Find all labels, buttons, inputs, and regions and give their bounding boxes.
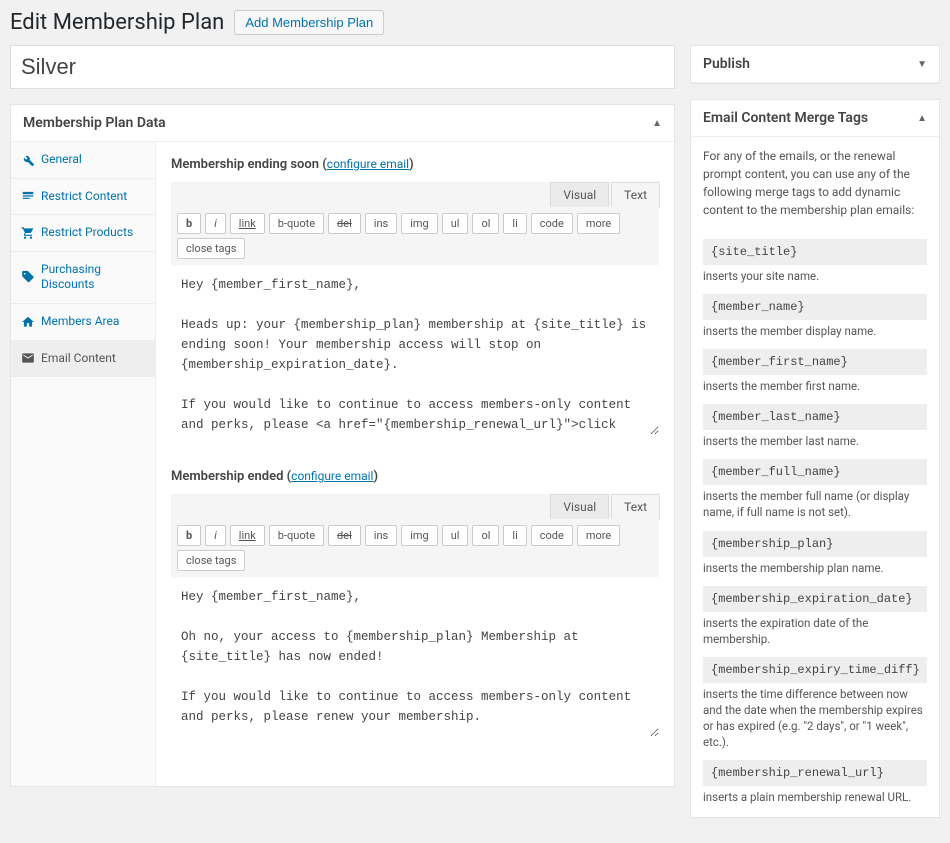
email-icon [21, 351, 35, 365]
qt-bquote[interactable]: b-quote [269, 213, 324, 234]
page-title: Edit Membership Plan [10, 10, 224, 35]
merge-tag: {membership_expiry_time_diff} [703, 657, 927, 683]
section-heading: Membership ended [171, 469, 283, 484]
qt-link[interactable]: link [230, 525, 265, 546]
ended-textarea[interactable] [171, 577, 659, 737]
plan-data-tabs: General Restrict Content Restrict Produc… [11, 142, 156, 786]
section-heading: Membership ending soon [171, 157, 319, 172]
qt-del[interactable]: del [328, 525, 361, 546]
tab-members-area[interactable]: Members Area [11, 304, 155, 341]
qt-img[interactable]: img [401, 525, 438, 546]
qt-close-tags[interactable]: close tags [177, 238, 245, 259]
membership-plan-data-metabox: Membership Plan Data ▲ General Restrict … [10, 104, 675, 787]
merge-tag: {membership_renewal_url} [703, 760, 927, 786]
merge-tag: {member_first_name} [703, 349, 927, 375]
merge-tag: {member_full_name} [703, 459, 927, 485]
ending-soon-textarea[interactable] [171, 265, 659, 435]
tab-label: Members Area [41, 314, 119, 330]
qt-ul[interactable]: ul [442, 525, 469, 546]
merge-tag-desc: inserts a plain membership renewal URL. [703, 789, 927, 805]
qt-img[interactable]: img [401, 213, 438, 234]
qt-li[interactable]: li [503, 213, 526, 234]
tab-label: Restrict Products [41, 225, 133, 241]
qt-ins[interactable]: ins [365, 213, 397, 234]
qt-more[interactable]: more [577, 213, 620, 234]
editor-visual-tab[interactable]: Visual [550, 182, 609, 207]
qt-close-tags[interactable]: close tags [177, 550, 245, 571]
qt-italic[interactable]: i [205, 213, 226, 234]
card-icon [21, 189, 35, 203]
add-membership-plan-button[interactable]: Add Membership Plan [234, 10, 384, 35]
merge-tag: {site_title} [703, 239, 927, 265]
tab-purchasing-discounts[interactable]: Purchasing Discounts [11, 252, 155, 304]
editor-text-tab[interactable]: Text [611, 182, 660, 208]
qt-code[interactable]: code [531, 213, 573, 234]
metabox-toggle[interactable]: ▲ [917, 113, 927, 124]
publish-metabox: Publish ▼ [690, 45, 940, 84]
merge-intro-text: For any of the emails, or the renewal pr… [691, 137, 939, 229]
merge-tag: {membership_plan} [703, 531, 927, 557]
metabox-toggle[interactable]: ▲ [652, 118, 662, 129]
merge-tag-desc: inserts the time difference between now … [703, 686, 927, 750]
plan-title-input[interactable] [10, 45, 675, 89]
tab-label: General [41, 152, 82, 168]
qt-italic[interactable]: i [205, 525, 226, 546]
wrench-icon [21, 153, 35, 167]
tab-label: Purchasing Discounts [41, 262, 145, 293]
editor-text-tab[interactable]: Text [611, 494, 660, 520]
qt-bquote[interactable]: b-quote [269, 525, 324, 546]
editor-visual-tab[interactable]: Visual [550, 494, 609, 519]
merge-tag-desc: inserts the member display name. [703, 323, 927, 339]
qt-ol[interactable]: ol [472, 213, 499, 234]
merge-tag: {membership_expiration_date} [703, 586, 927, 612]
configure-email-link[interactable]: configure email [291, 469, 373, 483]
cart-icon [21, 226, 35, 240]
qt-li[interactable]: li [503, 525, 526, 546]
merge-tags-heading: Email Content Merge Tags [703, 110, 868, 126]
qt-more[interactable]: more [577, 525, 620, 546]
configure-email-link[interactable]: configure email [327, 157, 409, 171]
tab-general[interactable]: General [11, 142, 155, 179]
merge-tag-desc: inserts the member last name. [703, 433, 927, 449]
tag-icon [21, 270, 35, 284]
qt-ol[interactable]: ol [472, 525, 499, 546]
ended-section: Membership ended (configure email) Visua… [171, 469, 659, 741]
merge-tag-desc: inserts the membership plan name. [703, 560, 927, 576]
qt-bold[interactable]: b [177, 213, 201, 234]
merge-tag-desc: inserts the member first name. [703, 378, 927, 394]
merge-tag-desc: inserts your site name. [703, 268, 927, 284]
qt-link[interactable]: link [230, 213, 265, 234]
merge-tag-desc: inserts the member full name (or display… [703, 488, 927, 520]
qt-del[interactable]: del [328, 213, 361, 234]
merge-tag: {member_last_name} [703, 404, 927, 430]
tab-label: Restrict Content [41, 189, 127, 205]
tab-email-content[interactable]: Email Content [11, 341, 155, 378]
tab-label: Email Content [41, 351, 116, 367]
tab-restrict-content[interactable]: Restrict Content [11, 179, 155, 216]
qt-bold[interactable]: b [177, 525, 201, 546]
qt-ins[interactable]: ins [365, 525, 397, 546]
metabox-heading: Membership Plan Data [23, 115, 166, 131]
merge-tag: {member_name} [703, 294, 927, 320]
quicktags-toolbar: b i link b-quote del ins img ul ol li co [171, 207, 659, 265]
ending-soon-section: Membership ending soon (configure email)… [171, 157, 659, 439]
tab-restrict-products[interactable]: Restrict Products [11, 215, 155, 252]
merge-tags-metabox: Email Content Merge Tags ▲ For any of th… [690, 99, 940, 818]
metabox-toggle[interactable]: ▼ [917, 59, 927, 70]
quicktags-toolbar: b i link b-quote del ins img ul ol li co [171, 519, 659, 577]
publish-heading: Publish [703, 56, 750, 72]
qt-code[interactable]: code [531, 525, 573, 546]
home-icon [21, 315, 35, 329]
merge-tag-desc: inserts the expiration date of the membe… [703, 615, 927, 647]
qt-ul[interactable]: ul [442, 213, 469, 234]
